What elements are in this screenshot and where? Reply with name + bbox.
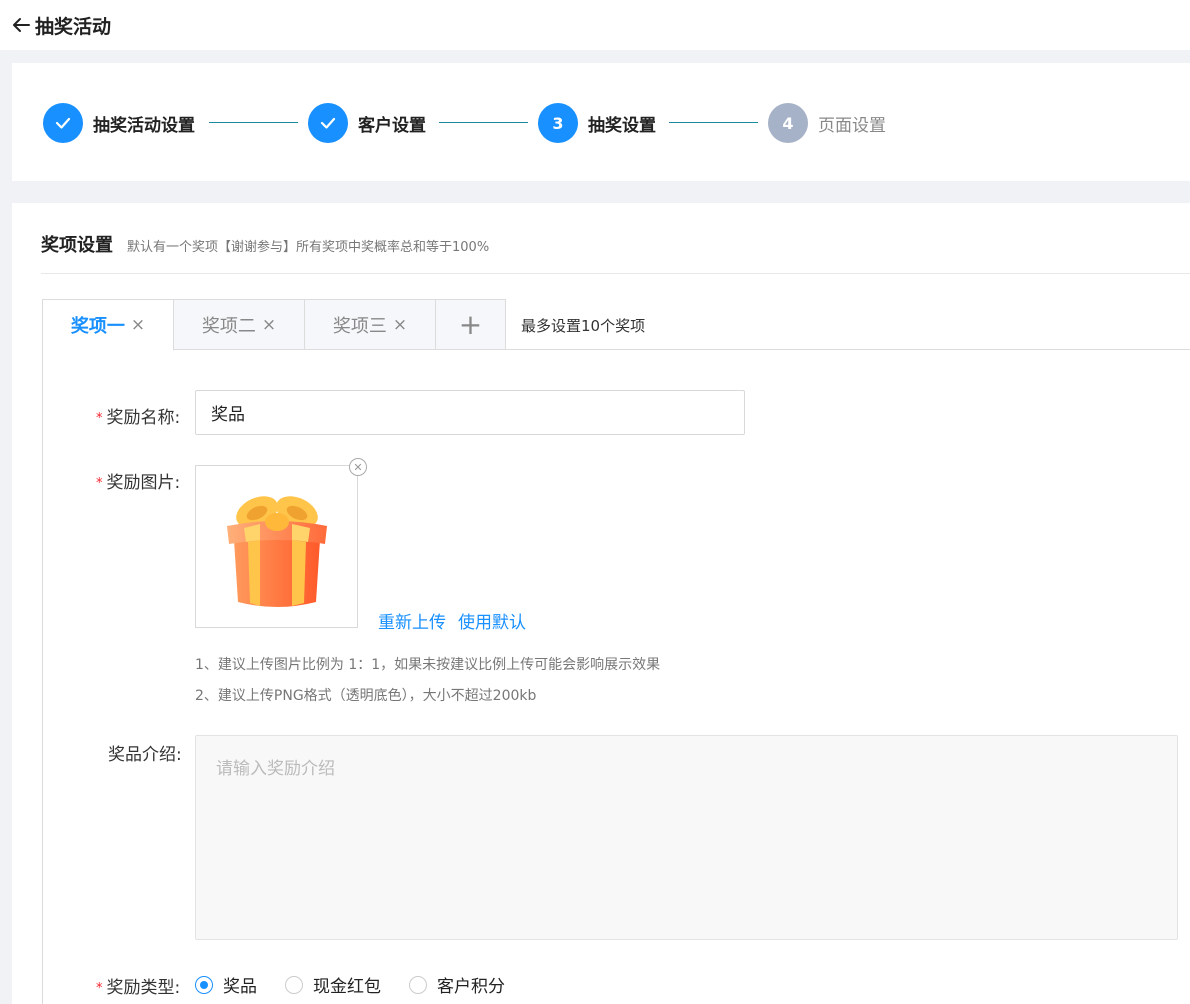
tab-panel: *奖励名称: *奖励图片:	[42, 350, 1190, 1004]
required-mark: *	[96, 476, 103, 491]
radio-unchecked-icon[interactable]	[409, 975, 427, 994]
prize-name-label: * 奖励名称:	[96, 408, 181, 428]
step-1-label: 抽奖活动设置	[93, 115, 195, 136]
prize-name-input[interactable]	[195, 390, 745, 435]
back-button[interactable]	[10, 14, 32, 36]
radio-label: 现金红包	[313, 977, 381, 997]
radio-customer-points[interactable]: 客户积分	[409, 972, 505, 997]
close-icon[interactable]: ×	[393, 315, 407, 335]
radio-checked-icon[interactable]	[195, 975, 213, 994]
step-3: 3 抽奖设置	[538, 103, 656, 143]
step-2-label: 客户设置	[358, 115, 426, 136]
tab-label: 奖项三	[332, 315, 387, 337]
tab-prize-2[interactable]: 奖项二 ×	[173, 299, 305, 350]
section-divider	[41, 273, 1190, 274]
radio-label: 奖品	[223, 977, 257, 997]
steps-bar: 抽奖活动设置 客户设置 3 抽奖设置 4 页面设置	[12, 63, 1190, 181]
step-3-circle: 3	[538, 103, 578, 143]
prize-intro-textarea[interactable]	[195, 735, 1178, 940]
section-description: 默认有一个奖项【谢谢参与】所有奖项中奖概率总和等于100%	[127, 240, 490, 255]
radio-prize[interactable]: 奖品	[195, 972, 257, 997]
tab-prize-3[interactable]: 奖项三 ×	[304, 299, 436, 350]
step-connector-2	[439, 122, 528, 123]
reupload-link[interactable]: 重新上传	[378, 608, 446, 633]
image-hint-2: 2、建议上传PNG格式（透明底色），大小不超过200kb	[195, 688, 537, 704]
step-2: 客户设置	[308, 103, 426, 143]
prize-image-preview[interactable]	[195, 465, 358, 628]
step-3-label: 抽奖设置	[588, 115, 656, 136]
prize-intro-label: 奖品介绍:	[108, 745, 182, 765]
add-tab-button[interactable]: +	[435, 299, 506, 350]
step-connector-1	[209, 122, 298, 123]
arrow-left-icon	[13, 18, 30, 32]
use-default-link[interactable]: 使用默认	[458, 608, 526, 633]
step-4-label: 页面设置	[818, 115, 886, 136]
prize-settings-card: 奖项设置 默认有一个奖项【谢谢参与】所有奖项中奖概率总和等于100% 奖项一 ×…	[12, 203, 1190, 1004]
step-4-circle: 4	[768, 103, 808, 143]
radio-cash-red-packet[interactable]: 现金红包	[285, 972, 381, 997]
tab-label: 奖项二	[201, 315, 256, 337]
tabs-limit-note: 最多设置10个奖项	[521, 317, 646, 335]
check-icon	[55, 117, 71, 129]
step-1-circle	[43, 103, 83, 143]
step-4: 4 页面设置	[768, 103, 886, 143]
step-connector-3	[669, 122, 758, 123]
remove-image-icon[interactable]: ✕	[349, 458, 367, 476]
check-icon	[320, 117, 336, 129]
prize-image-label: * 奖励图片:	[96, 473, 181, 493]
tab-prize-1[interactable]: 奖项一 ×	[42, 299, 174, 351]
required-mark: *	[96, 411, 103, 426]
step-2-circle	[308, 103, 348, 143]
page-header: 抽奖活动	[0, 0, 1190, 50]
prize-type-label: * 奖励类型:	[96, 978, 181, 998]
required-mark: *	[96, 981, 103, 996]
radio-label: 客户积分	[437, 977, 505, 997]
section-header: 奖项设置 默认有一个奖项【谢谢参与】所有奖项中奖概率总和等于100%	[41, 231, 489, 257]
prize-type-radio-group: 奖品 现金红包 客户积分	[195, 972, 533, 997]
image-hint-1: 1、建议上传图片比例为 1：1，如果未按建议比例上传可能会影响展示效果	[195, 657, 661, 673]
step-1: 抽奖活动设置	[43, 103, 195, 143]
plus-icon: +	[458, 308, 483, 341]
close-icon[interactable]: ×	[131, 315, 145, 335]
tab-label: 奖项一	[70, 316, 125, 337]
close-icon[interactable]: ×	[262, 315, 276, 335]
section-title: 奖项设置	[41, 235, 113, 256]
prize-tabs: 奖项一 × 奖项二 × 奖项三 × + 最多设置10个奖项	[42, 299, 1190, 351]
page-title: 抽奖活动	[35, 15, 112, 38]
gift-box-icon	[226, 495, 327, 607]
radio-unchecked-icon[interactable]	[285, 975, 303, 994]
